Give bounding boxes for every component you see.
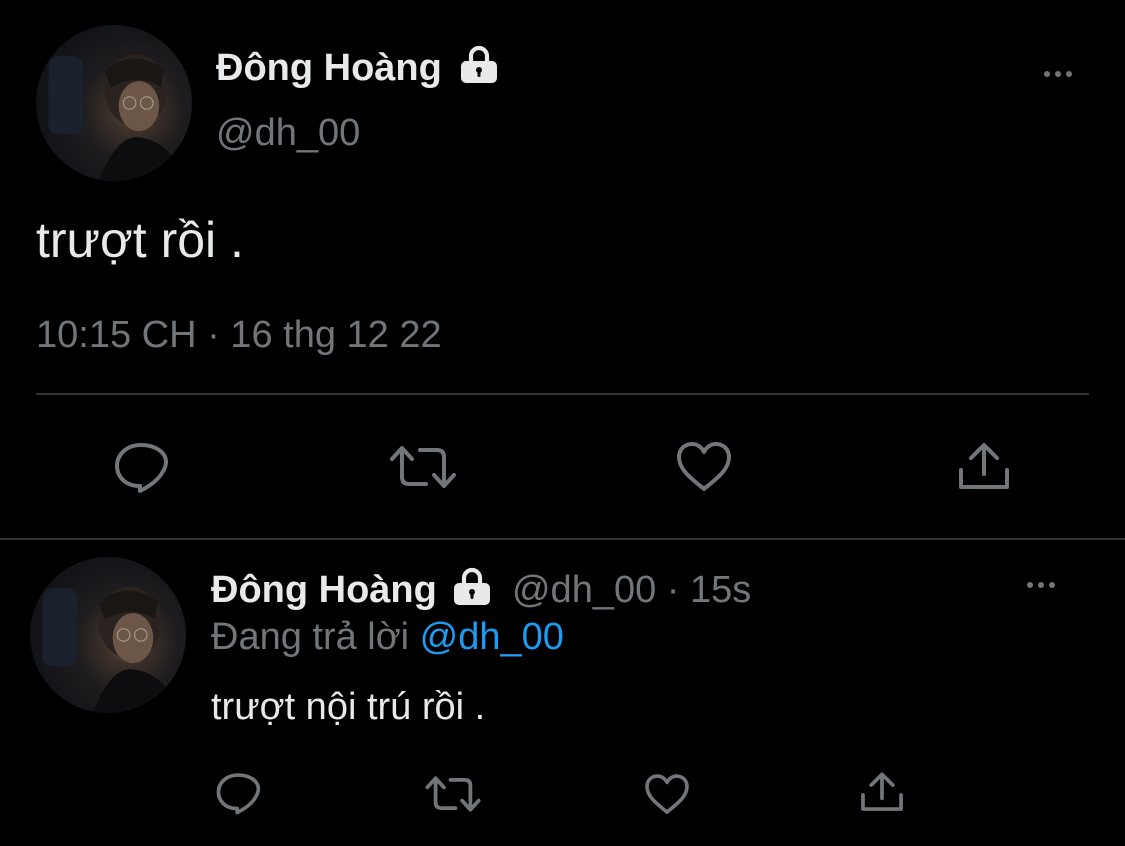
avatar[interactable] [36, 25, 192, 181]
author-name[interactable]: Đông Hoàng [216, 44, 500, 91]
avatar-photo [48, 54, 186, 181]
author-handle[interactable]: @dh_00 [216, 110, 360, 156]
avatar[interactable] [30, 557, 186, 713]
retweet-icon [390, 446, 456, 488]
lock-icon [458, 44, 500, 91]
tweet-timestamp[interactable]: 10:15 CH · 16 thg 12 22 [36, 312, 442, 358]
reply-header: Đông Hoàng @dh_00 · 15s [211, 566, 751, 613]
more-icon[interactable] [1027, 582, 1055, 588]
reply-icon [216, 773, 261, 815]
reply-button[interactable] [112, 440, 170, 494]
share-button[interactable] [858, 770, 906, 815]
share-icon [861, 772, 903, 811]
replying-to: Đang trả lời @dh_00 [211, 614, 564, 660]
like-button[interactable] [643, 772, 691, 817]
author-handle[interactable]: @dh_00 [512, 569, 656, 611]
share-icon [959, 443, 1009, 489]
author-name-text[interactable]: Đông Hoàng [211, 569, 437, 611]
reply-icon [115, 443, 168, 493]
lock-icon [451, 566, 493, 613]
separator-dot: · [666, 569, 680, 611]
retweet-button[interactable] [424, 774, 482, 814]
more-icon[interactable] [1044, 71, 1072, 77]
divider [36, 393, 1089, 395]
retweet-button[interactable] [388, 443, 458, 491]
replying-to-link[interactable]: @dh_00 [420, 616, 564, 658]
like-button[interactable] [674, 439, 734, 495]
reply-button[interactable] [214, 771, 262, 815]
like-icon [677, 442, 731, 491]
author-name-text[interactable]: Đông Hoàng [216, 47, 442, 89]
divider [0, 538, 1125, 540]
tweet-text: trượt rồi . [36, 212, 244, 268]
replying-prefix: Đang trả lời [211, 616, 410, 658]
like-icon [645, 774, 689, 814]
retweet-icon [425, 776, 481, 812]
share-button[interactable] [955, 440, 1013, 494]
tweet-age[interactable]: 15s [690, 569, 751, 611]
avatar-photo [42, 586, 180, 713]
tweet-text: trượt nội trú rồi . [211, 686, 486, 728]
